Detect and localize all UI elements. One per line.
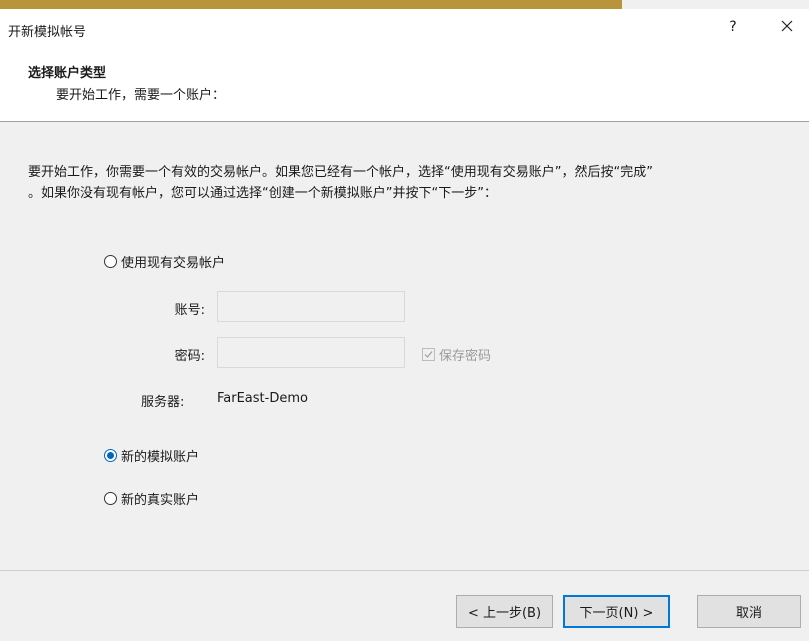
next-button[interactable]: 下一页(N) > xyxy=(563,595,670,628)
title-bar: 开新模拟帐号 ? xyxy=(0,9,809,45)
radio-unchecked-icon xyxy=(104,492,117,505)
header-subtitle: 要开始工作，需要一个账户： xyxy=(56,88,226,103)
intro-line-1: 要开始工作，你需要一个有效的交易帐户。如果您已经有一个帐户，选择“使用现有交易账… xyxy=(28,165,653,180)
radio-demo-account[interactable]: 新的模拟账户 xyxy=(104,446,199,465)
save-password-checkbox[interactable]: 保存密码 xyxy=(422,345,491,364)
back-button[interactable]: < 上一步(B) xyxy=(456,595,553,628)
help-button[interactable]: ? xyxy=(721,14,745,40)
radio-real-label: 新的真实账户 xyxy=(121,493,200,508)
radio-demo-label: 新的模拟账户 xyxy=(121,450,200,465)
accent-bar xyxy=(0,0,622,9)
radio-checked-icon xyxy=(104,449,117,462)
cancel-button[interactable]: 取消 xyxy=(697,595,801,628)
close-button[interactable] xyxy=(772,12,802,40)
save-password-label: 保存密码 xyxy=(439,349,492,364)
radio-real-account[interactable]: 新的真实账户 xyxy=(104,489,199,508)
account-label: 账号: xyxy=(174,303,205,318)
checkmark-icon xyxy=(424,351,433,358)
radio-unchecked-icon xyxy=(104,255,117,268)
intro-line-2: 。如果你没有现有帐户，您可以通过选择“创建一个新模拟账户”并按下“下一步”： xyxy=(28,186,497,201)
header-title: 选择账户类型 xyxy=(28,66,107,81)
password-input[interactable] xyxy=(217,337,405,368)
close-icon xyxy=(781,20,793,32)
window-title: 开新模拟帐号 xyxy=(8,25,87,40)
footer-divider xyxy=(0,570,809,571)
checkbox-box xyxy=(422,348,435,361)
radio-existing-account[interactable]: 使用现有交易帐户 xyxy=(104,252,225,271)
server-label: 服务器: xyxy=(141,395,185,410)
help-icon: ? xyxy=(729,19,737,35)
server-value: FarEast-Demo xyxy=(217,391,308,406)
password-label: 密码: xyxy=(174,349,205,364)
account-input[interactable] xyxy=(217,291,405,322)
wizard-header: 选择账户类型 要开始工作，需要一个账户： xyxy=(0,45,809,122)
radio-existing-label: 使用现有交易帐户 xyxy=(121,256,226,271)
intro-text: 要开始工作，你需要一个有效的交易帐户。如果您已经有一个帐户，选择“使用现有交易账… xyxy=(28,162,788,204)
